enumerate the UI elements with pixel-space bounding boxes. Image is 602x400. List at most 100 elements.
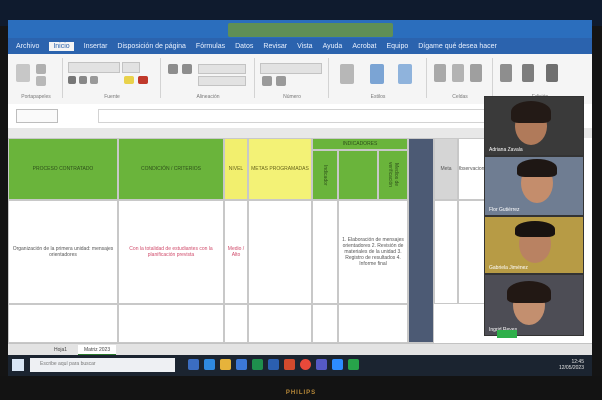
- align-middle-icon[interactable]: [182, 64, 192, 74]
- underline-icon[interactable]: [90, 76, 98, 84]
- font-color-icon[interactable]: [138, 76, 148, 84]
- ribbon-group-editing: Edición: [494, 58, 586, 100]
- video-tile[interactable]: Ingrid Reyes: [484, 274, 584, 336]
- taskbar-clock[interactable]: 12:45 12/05/2023: [559, 359, 584, 371]
- taskbar: Escribe aquí para buscar 12:45 12/05/202…: [8, 355, 592, 376]
- cell-empty[interactable]: [8, 304, 118, 343]
- currency-icon[interactable]: [262, 76, 272, 86]
- cell-actividades[interactable]: 1. Elaboración de mensajes orientadores …: [338, 200, 408, 304]
- cell-meta[interactable]: [434, 200, 458, 304]
- monitor-bottom-bezel: [0, 376, 602, 400]
- clock-date: 12/05/2023: [558, 365, 584, 371]
- conditional-format-icon[interactable]: [340, 64, 354, 84]
- zoom-icon[interactable]: [332, 359, 343, 370]
- copy-icon[interactable]: [36, 76, 46, 86]
- participant-hair: [511, 101, 551, 123]
- header-cell-indicadores[interactable]: INDICADORES: [312, 138, 408, 150]
- excel-icon[interactable]: [252, 359, 263, 370]
- ribbon-group-alignment: Alineación: [162, 58, 255, 100]
- menu-home[interactable]: Inicio: [49, 41, 74, 51]
- menu-insert[interactable]: Insertar: [84, 43, 108, 50]
- merge-center-button[interactable]: [198, 76, 246, 86]
- dark-column[interactable]: [408, 138, 434, 343]
- paste-icon[interactable]: [16, 64, 30, 82]
- menu-review[interactable]: Revisar: [263, 43, 287, 50]
- mail-icon[interactable]: [236, 359, 247, 370]
- participant-name: Flor Gutiérrez: [489, 207, 520, 213]
- cell-metas[interactable]: [248, 200, 312, 304]
- cell-empty[interactable]: [118, 304, 224, 343]
- menu-view[interactable]: Vista: [297, 43, 312, 50]
- wrap-text-button[interactable]: [198, 64, 246, 74]
- powerpoint-icon[interactable]: [284, 359, 295, 370]
- autosum-icon[interactable]: [500, 64, 512, 82]
- ribbon-group-label: Celdas: [452, 94, 468, 100]
- cut-icon[interactable]: [36, 64, 46, 74]
- cell-condicion[interactable]: Con la totalidad de estudiantes con la p…: [118, 200, 224, 304]
- start-icon[interactable]: [12, 359, 24, 371]
- cell-indicador[interactable]: [312, 200, 338, 304]
- ribbon-group-label: Estilos: [370, 94, 386, 100]
- font-size-dropdown[interactable]: [122, 62, 140, 73]
- ribbon-group-label: Fuente: [104, 94, 120, 100]
- header-cell-metas[interactable]: METAS PROGRAMADAS: [248, 138, 312, 200]
- font-name-dropdown[interactable]: [68, 62, 120, 73]
- header-cell-blank[interactable]: [338, 150, 378, 200]
- menu-help[interactable]: Ayuda: [323, 43, 343, 50]
- cell-empty[interactable]: [338, 304, 408, 343]
- meet-icon[interactable]: [348, 359, 359, 370]
- cell-empty[interactable]: [248, 304, 312, 343]
- menu-acrobat[interactable]: Acrobat: [352, 43, 376, 50]
- status-indicator: [497, 330, 517, 338]
- header-cell-indicador[interactable]: Indicador: [312, 150, 338, 200]
- edge-icon[interactable]: [204, 359, 215, 370]
- formula-input[interactable]: [98, 109, 500, 123]
- cell-styles-icon[interactable]: [398, 64, 412, 84]
- taskbar-search-box[interactable]: Escribe aquí para buscar: [30, 358, 175, 372]
- cell-nivel[interactable]: Medio / Alto: [224, 200, 248, 304]
- video-tile[interactable]: Adriana Zavala: [484, 96, 584, 156]
- align-top-icon[interactable]: [168, 64, 178, 74]
- ribbon-group-label: Portapapeles: [21, 94, 51, 100]
- word-icon[interactable]: [268, 359, 279, 370]
- menu-team[interactable]: Equipo: [386, 43, 408, 50]
- search-placeholder: Escribe aquí para buscar: [40, 361, 96, 367]
- header-cell-meta[interactable]: Meta: [434, 138, 458, 200]
- file-explorer-icon[interactable]: [220, 359, 231, 370]
- format-cells-icon[interactable]: [470, 64, 482, 82]
- ribbon-group-clipboard: Portapapeles: [10, 58, 63, 100]
- video-tile[interactable]: Flor Gutiérrez: [484, 156, 584, 216]
- cell-empty[interactable]: [224, 304, 248, 343]
- insert-cells-icon[interactable]: [434, 64, 446, 82]
- menu-tell-me[interactable]: Dígame qué desea hacer: [418, 43, 497, 50]
- sort-filter-icon[interactable]: [522, 64, 534, 82]
- italic-icon[interactable]: [79, 76, 87, 84]
- fill-color-icon[interactable]: [124, 76, 134, 84]
- header-cell-nivel[interactable]: NIVEL: [224, 138, 248, 200]
- cell-empty[interactable]: [312, 304, 338, 343]
- task-view-icon[interactable]: [188, 359, 199, 370]
- menu-data[interactable]: Datos: [235, 43, 253, 50]
- chrome-icon[interactable]: [300, 359, 311, 370]
- name-box[interactable]: [16, 109, 58, 123]
- title-search-field[interactable]: [228, 23, 393, 37]
- format-table-icon[interactable]: [370, 64, 384, 84]
- header-cell-condicion[interactable]: CONDICIÓN / CRITERIOS: [118, 138, 224, 200]
- number-format-dropdown[interactable]: [260, 63, 322, 74]
- menu-page-layout[interactable]: Disposición de página: [117, 43, 186, 50]
- ribbon-tabs: Archivo Inicio Insertar Disposición de p…: [8, 38, 592, 54]
- header-cell-medios[interactable]: Medios de verificación: [378, 150, 408, 200]
- teams-icon[interactable]: [316, 359, 327, 370]
- delete-cells-icon[interactable]: [452, 64, 464, 82]
- header-cell-proceso[interactable]: PROCESO CONTRATADO: [8, 138, 118, 200]
- participant-hair: [517, 159, 557, 177]
- monitor-brand-logo: PHILIPS: [285, 390, 317, 396]
- cell-proceso[interactable]: Organización de la primera unidad: mensa…: [8, 200, 118, 304]
- percent-icon[interactable]: [276, 76, 286, 86]
- menu-file[interactable]: Archivo: [16, 43, 39, 50]
- find-select-icon[interactable]: [546, 64, 558, 82]
- sheet-tab-1[interactable]: Hoja1: [48, 345, 73, 354]
- bold-icon[interactable]: [68, 76, 76, 84]
- video-tile[interactable]: Gabriela Jiménez: [484, 216, 584, 274]
- menu-formulas[interactable]: Fórmulas: [196, 43, 225, 50]
